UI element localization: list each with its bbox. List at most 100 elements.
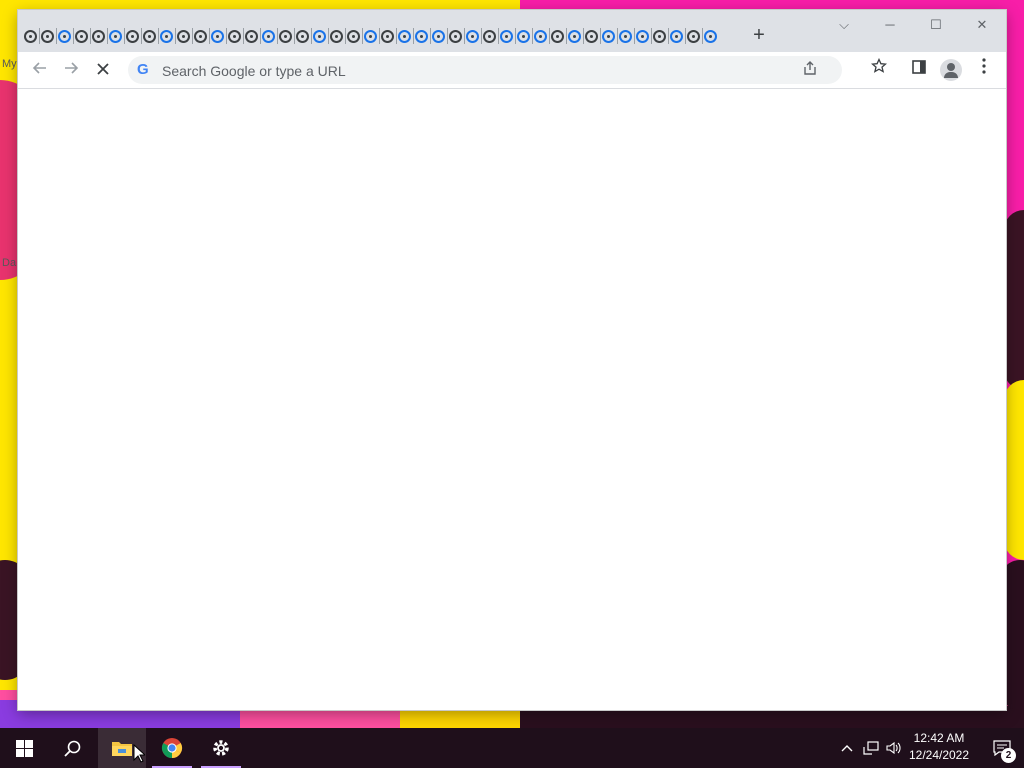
desktop-icon-label[interactable]: My — [2, 58, 17, 70]
forward-button[interactable] — [59, 58, 83, 82]
tab-separator — [413, 28, 414, 44]
back-icon — [32, 62, 46, 74]
taskbar-clock[interactable]: 12:42 AM 12/24/2022 — [902, 730, 976, 764]
show-hidden-icons-button[interactable] — [838, 728, 856, 768]
browser-tab[interactable] — [653, 28, 670, 44]
browser-tab[interactable] — [602, 28, 619, 44]
search-icon — [63, 740, 80, 757]
tab-separator — [498, 28, 499, 44]
new-tab-button[interactable]: + — [748, 24, 770, 46]
browser-tab[interactable] — [551, 28, 568, 44]
browser-tab[interactable] — [194, 28, 211, 44]
tab-separator — [141, 28, 142, 44]
browser-tab[interactable] — [245, 28, 262, 44]
share-icon[interactable] — [800, 60, 820, 80]
browser-tab[interactable] — [619, 28, 636, 44]
browser-tab[interactable] — [262, 28, 279, 44]
browser-tab[interactable] — [228, 28, 245, 44]
browser-tab[interactable] — [296, 28, 313, 44]
tab-separator — [294, 28, 295, 44]
start-button[interactable] — [0, 728, 48, 768]
browser-tab[interactable] — [585, 28, 602, 44]
tab-strip — [24, 24, 718, 48]
clock-date: 12/24/2022 — [908, 748, 970, 762]
browser-tab[interactable] — [92, 28, 109, 44]
chrome-menu-button[interactable] — [972, 58, 996, 82]
browser-tab[interactable] — [347, 28, 364, 44]
tab-separator — [328, 28, 329, 44]
tab-favicon-icon — [58, 29, 71, 43]
browser-tab[interactable] — [500, 28, 517, 44]
close-button[interactable]: ✕ — [962, 14, 1002, 36]
browser-tab[interactable] — [687, 28, 704, 44]
tab-favicon-icon — [381, 29, 394, 43]
back-button[interactable] — [28, 58, 52, 82]
browser-tab[interactable] — [449, 28, 466, 44]
browser-tab[interactable] — [381, 28, 398, 44]
volume-button[interactable] — [884, 728, 904, 768]
browser-tab[interactable] — [177, 28, 194, 44]
tab-favicon-icon — [296, 29, 309, 43]
maximize-button[interactable]: ☐ — [916, 14, 956, 36]
bookmark-star-button[interactable] — [867, 57, 891, 82]
profile-avatar-icon[interactable] — [940, 59, 962, 81]
browser-tab[interactable] — [211, 28, 228, 44]
browser-tab[interactable] — [398, 28, 415, 44]
tab-favicon-icon — [92, 29, 105, 43]
browser-tab[interactable] — [109, 28, 126, 44]
tab-separator — [39, 28, 40, 44]
browser-tab[interactable] — [58, 28, 75, 44]
browser-tab[interactable] — [24, 28, 41, 44]
browser-tab[interactable] — [568, 28, 585, 44]
browser-tab[interactable] — [364, 28, 381, 44]
action-center-button[interactable]: 2 — [982, 728, 1022, 768]
browser-tab[interactable] — [126, 28, 143, 44]
tab-separator — [651, 28, 652, 44]
tab-favicon-icon — [534, 29, 547, 43]
search-button[interactable] — [48, 728, 96, 768]
tab-favicon-icon — [279, 29, 292, 43]
side-panel-button[interactable] — [907, 58, 931, 82]
address-bar[interactable]: G — [128, 56, 842, 84]
desktop-icon-label[interactable]: Da — [2, 257, 16, 269]
browser-tab[interactable] — [75, 28, 92, 44]
network-button[interactable] — [860, 728, 882, 768]
tab-favicon-icon — [24, 29, 37, 43]
browser-tab[interactable] — [466, 28, 483, 44]
tab-favicon-icon — [483, 29, 496, 43]
browser-tab[interactable] — [534, 28, 551, 44]
tab-favicon-icon — [670, 29, 683, 43]
kebab-menu-icon — [982, 58, 986, 74]
browser-tab[interactable] — [313, 28, 330, 44]
tab-search-button[interactable]: ⌵ — [824, 14, 864, 36]
minimize-button[interactable]: ─ — [870, 14, 910, 36]
title-bar: + ⌵ ─ ☐ ✕ — [18, 10, 1006, 52]
tab-separator — [634, 28, 635, 44]
browser-tab[interactable] — [517, 28, 534, 44]
tab-favicon-icon — [466, 29, 479, 43]
tab-separator — [430, 28, 431, 44]
forward-icon — [65, 62, 79, 74]
browser-tab[interactable] — [415, 28, 432, 44]
browser-tab[interactable] — [160, 28, 177, 44]
tab-favicon-icon — [245, 29, 258, 43]
tab-separator — [192, 28, 193, 44]
browser-tab[interactable] — [432, 28, 449, 44]
tab-separator — [243, 28, 244, 44]
settings-taskbar-button[interactable] — [197, 728, 245, 768]
browser-tab[interactable] — [41, 28, 58, 44]
browser-tab[interactable] — [670, 28, 687, 44]
browser-tab[interactable] — [483, 28, 500, 44]
wallpaper-shape — [1004, 210, 1024, 390]
browser-tab[interactable] — [143, 28, 160, 44]
notification-count-badge: 2 — [1001, 748, 1016, 763]
tab-separator — [396, 28, 397, 44]
tab-favicon-icon — [228, 29, 241, 43]
browser-tab[interactable] — [279, 28, 296, 44]
browser-tab[interactable] — [636, 28, 653, 44]
chrome-taskbar-button[interactable] — [148, 728, 196, 768]
browser-tab[interactable] — [704, 28, 718, 44]
browser-tab[interactable] — [330, 28, 347, 44]
stop-loading-button[interactable] — [91, 58, 115, 82]
address-input[interactable] — [160, 60, 724, 82]
